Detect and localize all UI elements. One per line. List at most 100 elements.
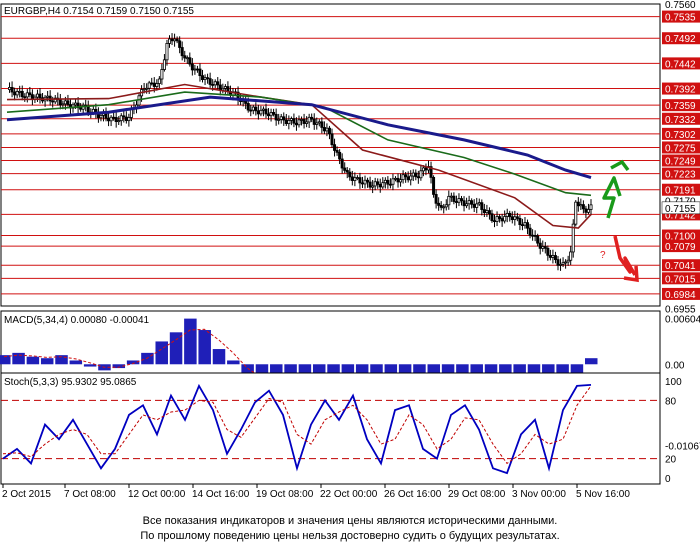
candle-body — [548, 254, 552, 258]
candle-body — [335, 150, 339, 153]
macd-axis-tick: 0.00604 — [665, 314, 700, 325]
candle-body — [475, 203, 479, 208]
candle-body — [409, 175, 413, 181]
candle-body — [61, 103, 65, 106]
level-label: 0.7332 — [665, 115, 696, 126]
candle-body — [282, 116, 286, 121]
candle-body — [482, 209, 486, 214]
macd-axis-tick: 0.00 — [665, 360, 685, 371]
candle-body — [223, 86, 227, 89]
candle-body — [457, 198, 461, 203]
candle-body — [307, 116, 311, 123]
candle-body — [249, 109, 253, 112]
macd-axis-tick: -0.01067 — [665, 441, 700, 452]
candle-body — [10, 87, 14, 93]
candle-body — [122, 115, 126, 118]
candle-body — [391, 178, 395, 185]
candle-body — [23, 96, 27, 99]
candle-body — [218, 84, 222, 91]
candle-body — [531, 234, 535, 237]
candle-body — [30, 94, 34, 100]
candle-body — [546, 247, 550, 256]
candle-body — [155, 83, 159, 87]
candle-body — [251, 106, 255, 111]
chart-canvas: 0.7535 0.7492 0.7442 0.7392 0.7359 0.7332 0.73… — [0, 0, 700, 500]
candle-body — [320, 121, 324, 128]
candle-body — [333, 144, 337, 151]
candle-body — [183, 55, 187, 59]
candle-body — [292, 118, 296, 124]
level-label: 0.7223 — [665, 170, 696, 181]
candle-body — [175, 38, 179, 42]
candle-body — [348, 171, 352, 178]
candle-body — [467, 200, 471, 205]
candle-body — [147, 82, 151, 89]
candle-body — [371, 185, 375, 188]
candle-body — [586, 209, 590, 213]
candle-body — [340, 158, 344, 169]
candle-body — [201, 75, 205, 80]
x-axis-label: 2 Oct 2015 — [2, 489, 51, 500]
candle-body — [355, 177, 359, 179]
candle-body — [477, 202, 481, 205]
level-label: 0.7015 — [665, 274, 696, 285]
candle-body — [129, 108, 133, 118]
candle-body — [411, 172, 415, 177]
level-label: 0.6984 — [665, 290, 696, 301]
forecast-question-mark: ? — [600, 250, 606, 261]
stoch-axis-tick: 0 — [665, 474, 671, 485]
candle-body — [508, 212, 512, 218]
x-axis-label: 22 Oct 00:00 — [320, 489, 378, 500]
candle-body — [287, 120, 291, 125]
level-label: 0.7079 — [665, 242, 696, 253]
candle-body — [465, 203, 469, 207]
candle-body — [302, 119, 306, 124]
candle-body — [114, 117, 118, 123]
candle-body — [221, 87, 225, 91]
candle-body — [170, 38, 174, 42]
macd-histogram-bar — [12, 352, 25, 365]
candle-body — [419, 170, 423, 179]
candle-body — [13, 91, 17, 96]
macd-histogram-bar — [227, 360, 240, 365]
candle-body — [25, 92, 29, 98]
candle-body — [345, 169, 349, 173]
candle-body — [396, 177, 400, 183]
candle-body — [51, 100, 55, 103]
candle-body — [173, 38, 177, 42]
candle-body — [119, 115, 123, 122]
candle-body — [325, 127, 329, 132]
stoch-axis-tick: 20 — [665, 455, 677, 466]
candle-body — [381, 182, 385, 188]
candle-body — [203, 77, 207, 80]
candle-body — [117, 120, 121, 123]
candle-body — [566, 259, 570, 263]
candle-body — [447, 195, 451, 206]
price-panel-frame — [0, 3, 661, 307]
current-price-label: 0.7155 — [665, 204, 696, 215]
disclaimer-line-1: Все показания индикаторов и значения цен… — [142, 515, 558, 527]
macd-histogram-bar — [585, 358, 598, 365]
candle-body — [538, 242, 542, 249]
candle-body — [211, 84, 215, 86]
candle-body — [127, 117, 131, 122]
candle-body — [269, 112, 273, 117]
price-axis-tick: 0.7560 — [665, 0, 696, 11]
candle-body — [74, 102, 78, 106]
candle-body — [261, 108, 265, 111]
candle-body — [289, 118, 293, 121]
candle-body — [188, 57, 192, 65]
macd-histogram-bar — [40, 358, 54, 365]
candle-body — [246, 103, 250, 111]
stoch-axis-tick: 80 — [665, 396, 677, 407]
level-label: 0.7041 — [665, 261, 696, 272]
candle-body — [216, 81, 220, 86]
macd-panel-title: MACD(5,34,4) 0.00080 -0.00041 — [4, 315, 150, 326]
level-label: 0.7442 — [665, 59, 696, 70]
candle-body — [15, 91, 19, 96]
candle-body — [533, 235, 537, 237]
candle-body — [193, 68, 197, 71]
candle-body — [393, 177, 397, 180]
candle-body — [162, 59, 166, 70]
candle-body — [256, 110, 260, 115]
